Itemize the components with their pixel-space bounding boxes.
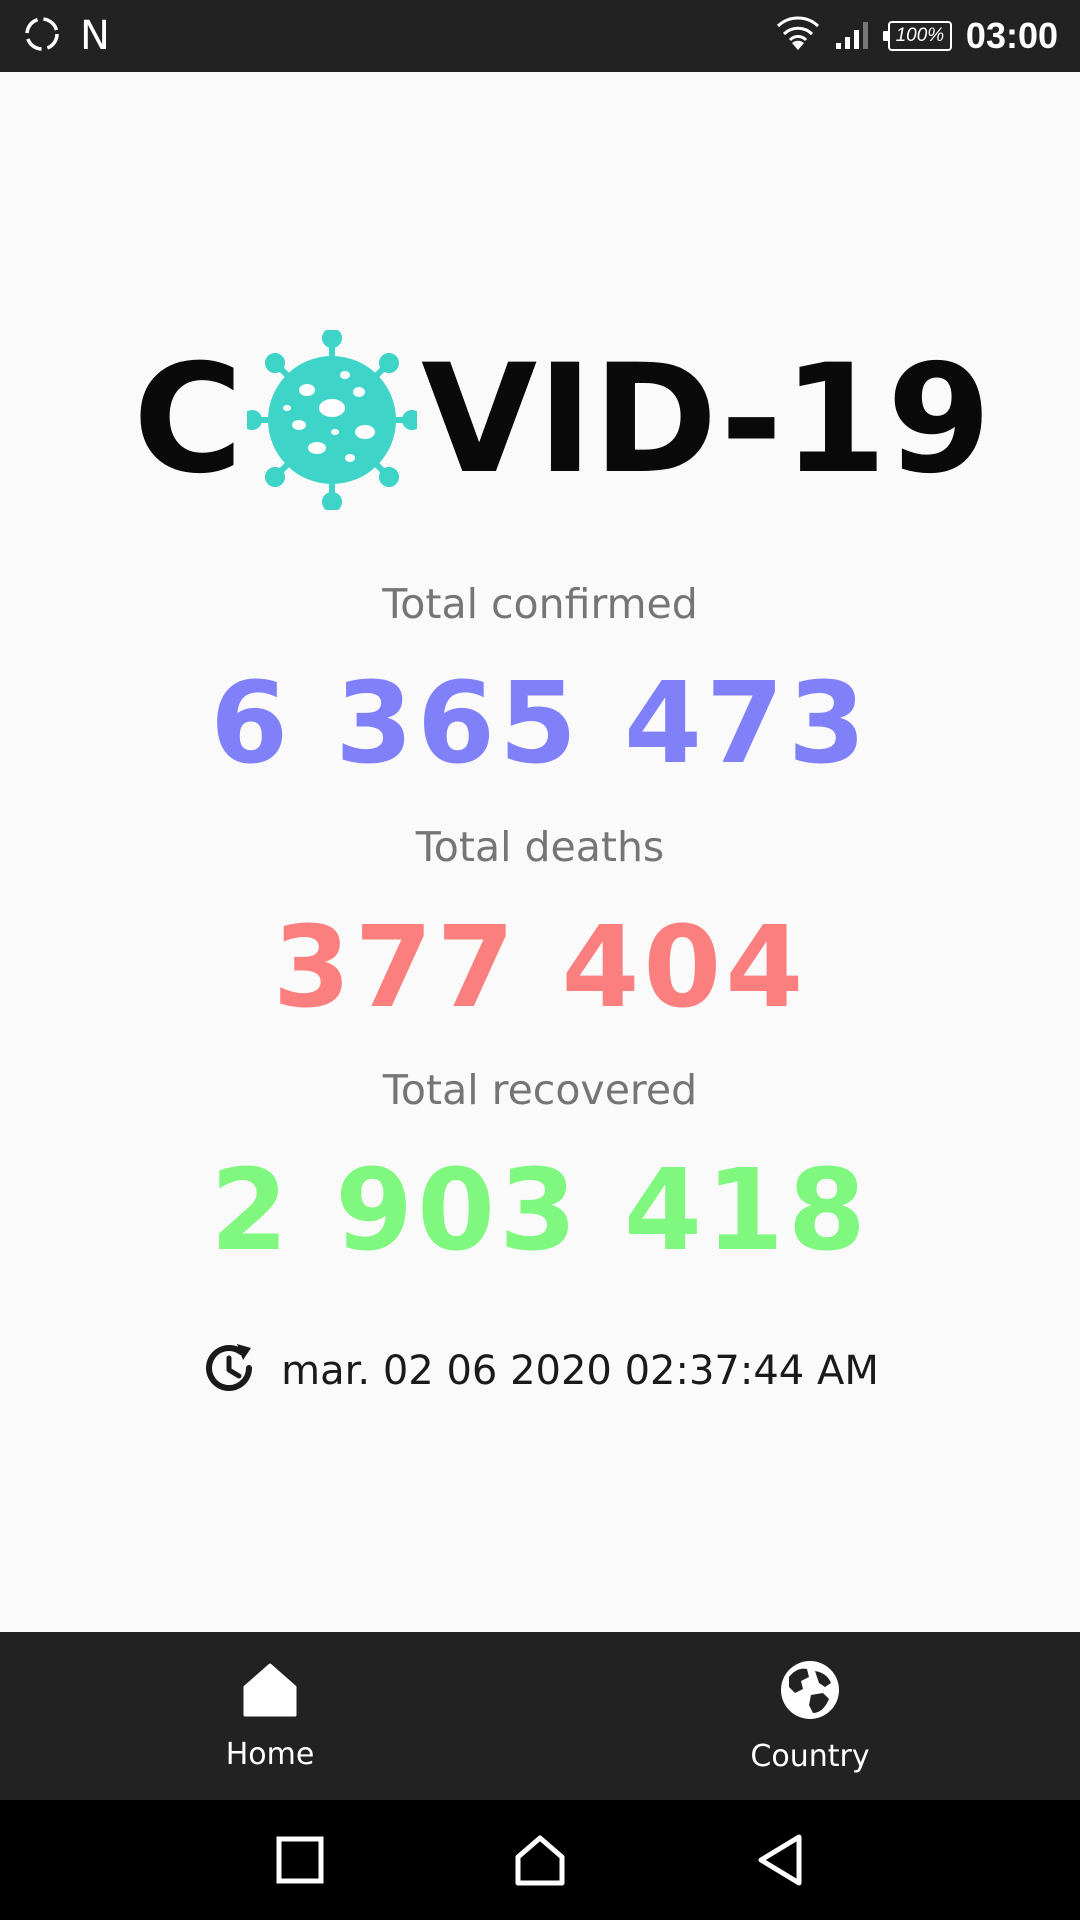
battery-percent: 100% [895, 25, 945, 46]
covid-logo: C VID-19 [133, 328, 991, 512]
virus-icon [242, 328, 423, 512]
system-navigation [0, 1800, 1080, 1920]
confirmed-value: 6 365 473 [210, 659, 870, 789]
recents-icon[interactable] [260, 1820, 340, 1900]
back-icon[interactable] [740, 1820, 820, 1900]
status-left: N [22, 14, 110, 58]
notification-letter: N [80, 13, 110, 59]
globe-icon [779, 1659, 841, 1725]
nav-label-home: Home [225, 1736, 315, 1772]
deaths-label: Total deaths [415, 823, 665, 871]
home-icon [241, 1661, 299, 1723]
recovered-value: 2 903 418 [210, 1146, 870, 1276]
confirmed-label: Total confirmed [382, 580, 698, 628]
history-icon [201, 1340, 259, 1402]
deaths-value: 377 404 [272, 903, 808, 1033]
wifi-icon [776, 16, 820, 56]
sync-icon [22, 14, 62, 58]
signal-icon [834, 17, 874, 55]
last-update: mar. 02 06 2020 02:37:44 AM [0, 1340, 1080, 1402]
status-right: 100% 03:00 [776, 15, 1058, 57]
logo-text-suffix: VID-19 [421, 333, 992, 507]
battery-icon: 100% [882, 21, 952, 51]
bottom-navigation: Home Country [0, 1632, 1080, 1800]
last-update-text: mar. 02 06 2020 02:37:44 AM [281, 1348, 879, 1394]
main-content: C VID-19 Total confirmed 6 365 473 Total… [0, 72, 1080, 1632]
nav-label-country: Country [750, 1738, 870, 1774]
status-time: 03:00 [965, 15, 1058, 56]
status-bar: N 100% 03:00 [0, 0, 1080, 72]
recovered-label: Total recovered [382, 1066, 698, 1114]
logo-text-prefix: C [133, 333, 244, 507]
nav-item-country[interactable]: Country [540, 1632, 1080, 1800]
system-home-icon[interactable] [500, 1820, 580, 1900]
nav-item-home[interactable]: Home [0, 1632, 540, 1800]
